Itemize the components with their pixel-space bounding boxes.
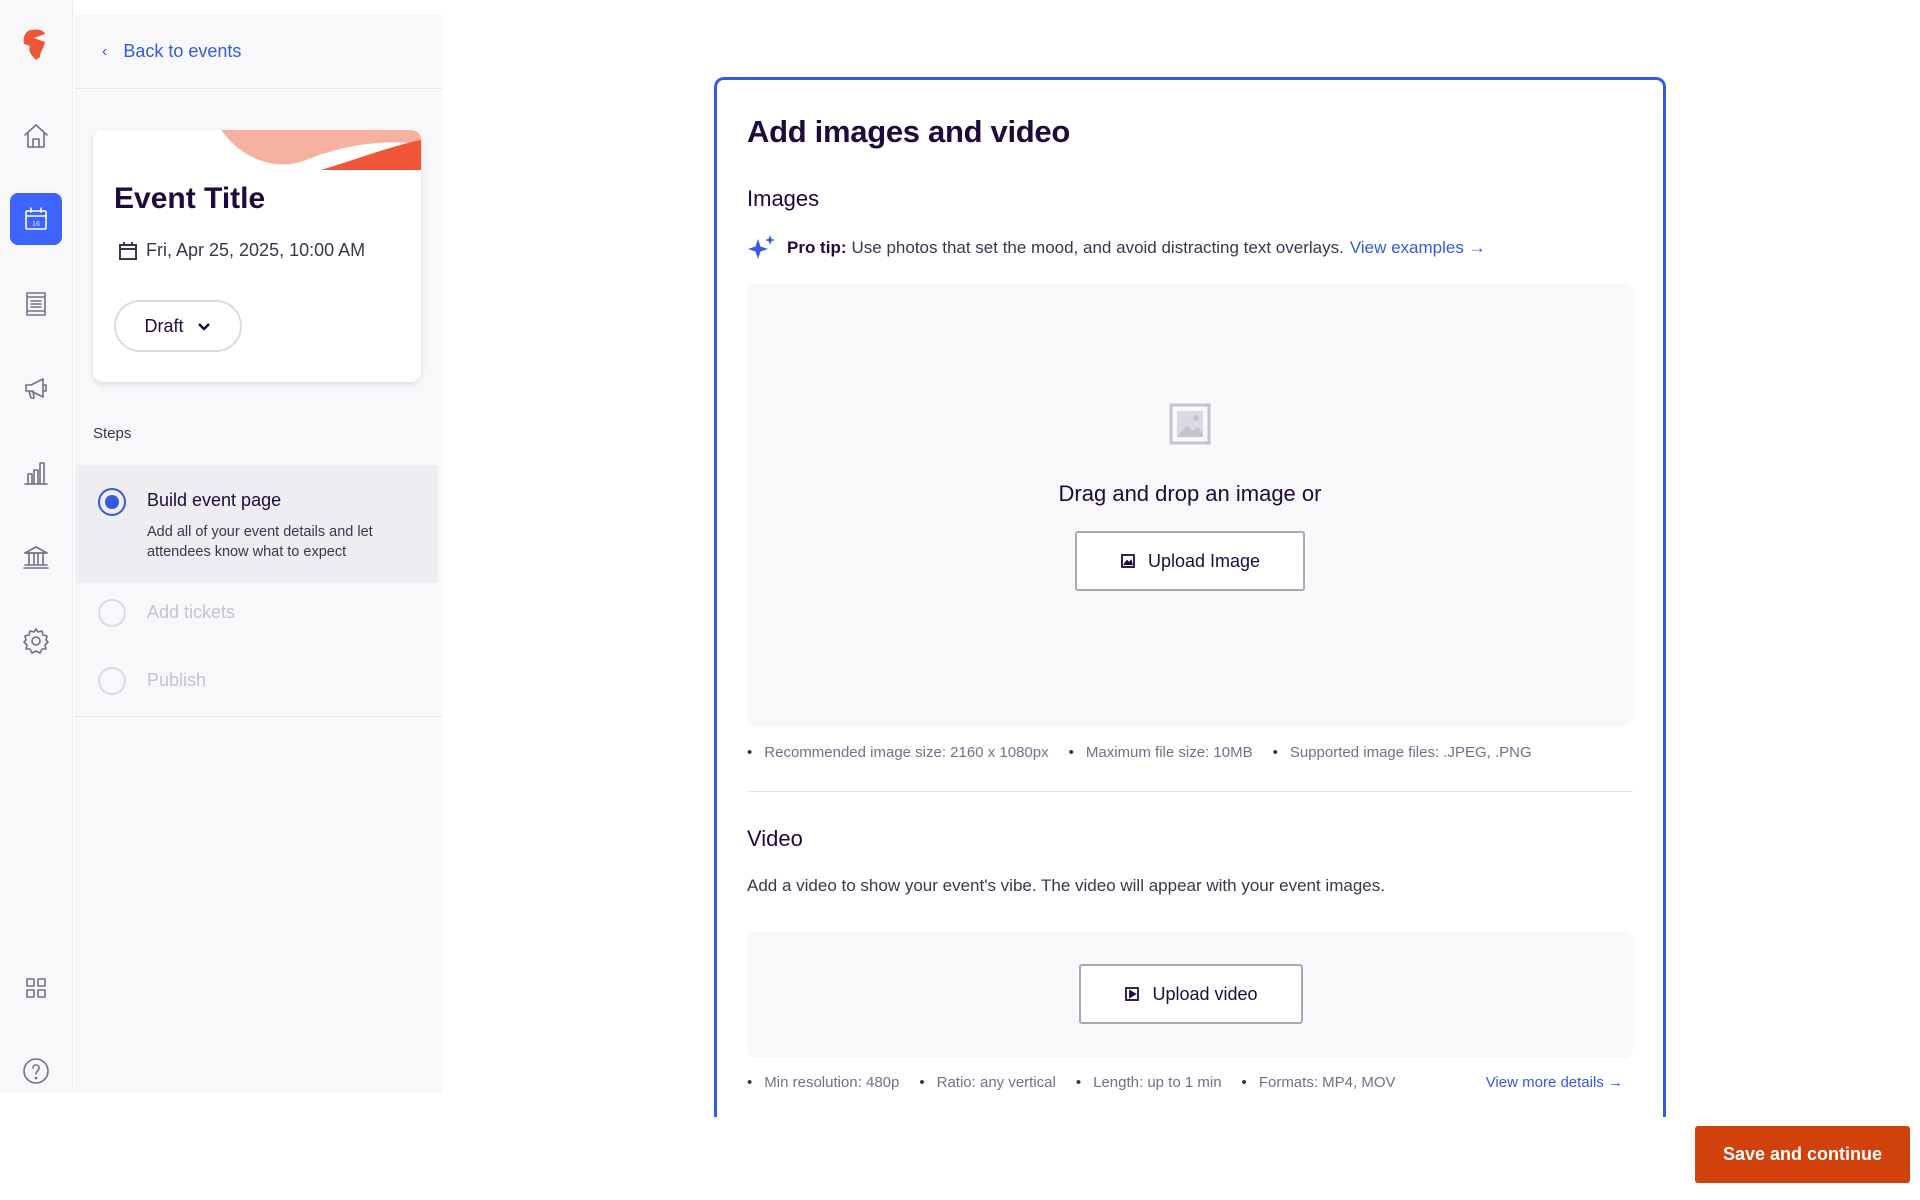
pro-tip-label: Pro tip: [787,238,847,257]
video-description: Add a video to show your event's vibe. T… [747,876,1385,895]
upload-video-label: Upload video [1152,983,1258,1004]
gear-icon [23,628,49,654]
view-more-details-label: View more details [1485,1074,1604,1091]
event-date-text: Fri, Apr 25, 2025, 10:00 AM [146,240,366,260]
megaphone-icon [25,378,47,399]
image-icon [1121,554,1135,568]
requirement-item: Min resolution: 480p [747,1074,899,1091]
step-radio-selected[interactable] [98,488,126,516]
requirement-item: Ratio: any vertical [919,1074,1056,1091]
panel-divider [74,716,442,717]
pro-tip: Pro tip: Use photos that set the mood, a… [747,233,1486,263]
video-dropzone[interactable]: Upload video [747,932,1633,1058]
event-title: Event Title [114,182,266,215]
requirement-item: Maximum file size: 10MB [1069,744,1253,761]
sparkle-icon [748,235,775,259]
upload-image-label: Upload Image [1147,550,1261,571]
upload-image-button[interactable]: Upload Image [1075,531,1305,591]
video-requirements: Min resolution: 480p Ratio: any vertical… [747,1074,1633,1091]
back-to-events-link[interactable]: ‹ Back to events [74,15,442,89]
section-heading: Add images and video [747,114,1071,149]
nav-app-marketplace[interactable] [10,962,62,1014]
arrow-right-icon: → [1608,1074,1623,1091]
view-examples-link[interactable]: View examples → [1350,238,1486,258]
bank-icon [23,546,49,569]
dropzone-text: Drag and drop an image or [1058,481,1322,506]
requirement-item: Formats: MP4, MOV [1242,1074,1396,1091]
nav-reporting[interactable] [10,447,62,499]
calendar-icon: 16 [25,207,47,230]
save-and-continue-button[interactable]: Save and continue [1695,1126,1910,1183]
arrow-right-icon: → [1468,238,1486,257]
steps-heading: Steps [93,425,132,442]
video-heading: Video [747,826,803,851]
images-heading: Images [747,186,820,211]
image-placeholder-icon [1169,403,1211,445]
nav-marketing[interactable] [10,362,62,414]
event-card-decoration [221,130,421,170]
section-divider [747,791,1633,792]
step-publish[interactable]: Publish [76,651,438,711]
home-icon [24,124,48,148]
image-requirements: Recommended image size: 2160 x 1080px Ma… [747,744,1552,761]
step-build-event-page[interactable]: Build event page Add all of your event d… [76,465,438,583]
step-radio[interactable] [98,599,126,627]
nav-finance[interactable] [10,531,62,583]
nav-settings[interactable] [10,615,62,667]
chevron-left-icon: ‹ [102,42,108,60]
step-title: Build event page [147,490,282,510]
step-radio[interactable] [98,667,126,695]
images-video-card: Add images and video Images Pro tip: Use… [714,77,1666,1117]
upload-video-button[interactable]: Upload video [1079,964,1303,1024]
svg-text:16: 16 [32,221,40,228]
step-description: Add all of your event details and let at… [147,524,373,560]
status-dropdown[interactable]: Draft [114,300,242,352]
back-to-events-label: Back to events [123,41,242,61]
event-summary-card: Event Title Fri, Apr 25, 2025, 10:00 AM … [93,130,421,382]
event-steps-panel: ‹ Back to events Event Title Fri, Apr 25… [74,15,442,1093]
apps-icon [26,978,46,998]
pro-tip-text: Use photos that set the mood, and avoid … [851,238,1344,257]
calendar-icon [119,241,137,260]
step-add-tickets[interactable]: Add tickets [76,583,438,643]
nav-orders[interactable] [10,278,62,330]
icon-rail: 16 [0,0,73,1093]
video-icon [1125,987,1140,1001]
requirement-item: Recommended image size: 2160 x 1080px [747,744,1048,761]
step-title: Publish [147,670,207,690]
help-icon [23,1058,49,1084]
nav-events[interactable]: 16 [10,193,62,245]
orders-icon [26,292,46,316]
step-title: Add tickets [147,602,236,622]
image-dropzone[interactable]: Drag and drop an image or Upload Image [747,284,1633,726]
requirement-item: Supported image files: .JPEG, .PNG [1273,744,1532,761]
view-examples-label: View examples [1349,238,1464,257]
chevron-down-icon [197,323,210,331]
chart-icon [24,462,48,485]
nav-help[interactable] [10,1045,62,1097]
nav-home[interactable] [10,110,62,162]
status-label: Draft [144,315,184,336]
requirement-item: Length: up to 1 min [1076,1074,1221,1091]
event-date: Fri, Apr 25, 2025, 10:00 AM [118,240,365,261]
brand-logo-icon[interactable] [18,26,54,62]
view-more-details-link[interactable]: View more details → [1486,1074,1623,1091]
